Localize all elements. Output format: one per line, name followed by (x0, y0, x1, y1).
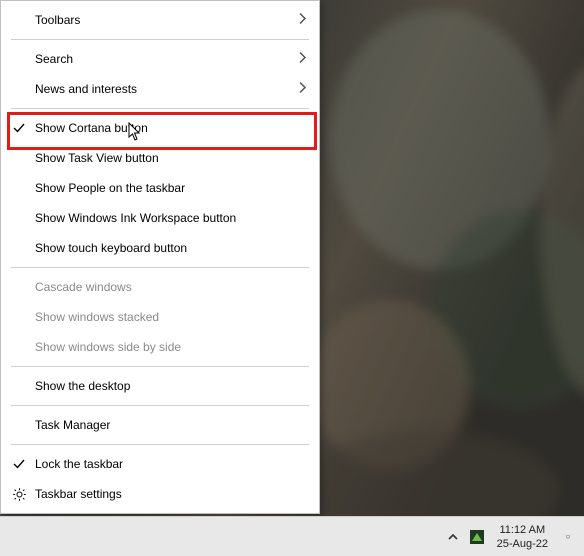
notifications-icon[interactable] (560, 529, 576, 545)
menu-item-label: Show the desktop (35, 379, 130, 393)
desktop-wallpaper: Toolbars Search News and interests Show … (0, 0, 584, 556)
menu-item-label: Cascade windows (35, 280, 132, 294)
menu-item-toolbars[interactable]: Toolbars (1, 5, 319, 35)
menu-item-label: Lock the taskbar (35, 457, 123, 471)
menu-separator (11, 108, 309, 109)
menu-item-show-windows-side-by-side: Show windows side by side (1, 332, 319, 362)
menu-item-show-touch-keyboard[interactable]: Show touch keyboard button (1, 233, 319, 263)
menu-item-label: Search (35, 52, 73, 66)
tray-chevron-up-icon[interactable] (445, 529, 461, 545)
menu-item-show-cortana-button[interactable]: Show Cortana button (1, 113, 319, 143)
menu-item-label: News and interests (35, 82, 137, 96)
taskbar-clock[interactable]: 11:12 AM 25-Aug-22 (493, 523, 552, 551)
menu-item-label: Show Cortana button (35, 121, 148, 135)
menu-item-show-task-view-button[interactable]: Show Task View button (1, 143, 319, 173)
clock-time: 11:12 AM (497, 523, 548, 537)
menu-separator (11, 444, 309, 445)
checkmark-icon (11, 120, 27, 136)
menu-item-label: Show touch keyboard button (35, 241, 187, 255)
menu-item-show-windows-stacked: Show windows stacked (1, 302, 319, 332)
chevron-right-icon (299, 82, 307, 97)
gear-icon (11, 486, 27, 502)
menu-item-label: Task Manager (35, 418, 110, 432)
menu-item-label: Show People on the taskbar (35, 181, 185, 195)
menu-item-cascade-windows: Cascade windows (1, 272, 319, 302)
menu-separator (11, 267, 309, 268)
menu-item-show-people[interactable]: Show People on the taskbar (1, 173, 319, 203)
menu-item-show-ink-workspace[interactable]: Show Windows Ink Workspace button (1, 203, 319, 233)
menu-separator (11, 366, 309, 367)
menu-item-label: Show Task View button (35, 151, 159, 165)
menu-item-lock-the-taskbar[interactable]: Lock the taskbar (1, 449, 319, 479)
taskbar-context-menu[interactable]: Toolbars Search News and interests Show … (0, 0, 320, 514)
taskbar[interactable]: 11:12 AM 25-Aug-22 (0, 516, 584, 556)
checkmark-icon (11, 456, 27, 472)
menu-item-news-and-interests[interactable]: News and interests (1, 74, 319, 104)
system-tray[interactable]: 11:12 AM 25-Aug-22 (437, 517, 584, 556)
menu-item-label: Toolbars (35, 13, 80, 27)
chevron-right-icon (299, 13, 307, 28)
clock-date: 25-Aug-22 (497, 537, 548, 551)
menu-item-search[interactable]: Search (1, 44, 319, 74)
menu-separator (11, 405, 309, 406)
menu-item-label: Show windows side by side (35, 340, 181, 354)
menu-item-taskbar-settings[interactable]: Taskbar settings (1, 479, 319, 509)
menu-item-label: Show windows stacked (35, 310, 159, 324)
menu-item-task-manager[interactable]: Task Manager (1, 410, 319, 440)
menu-separator (11, 39, 309, 40)
menu-item-label: Show Windows Ink Workspace button (35, 211, 236, 225)
chevron-right-icon (299, 52, 307, 67)
menu-item-show-the-desktop[interactable]: Show the desktop (1, 371, 319, 401)
menu-item-label: Taskbar settings (35, 487, 122, 501)
tray-app-icon[interactable] (469, 529, 485, 545)
